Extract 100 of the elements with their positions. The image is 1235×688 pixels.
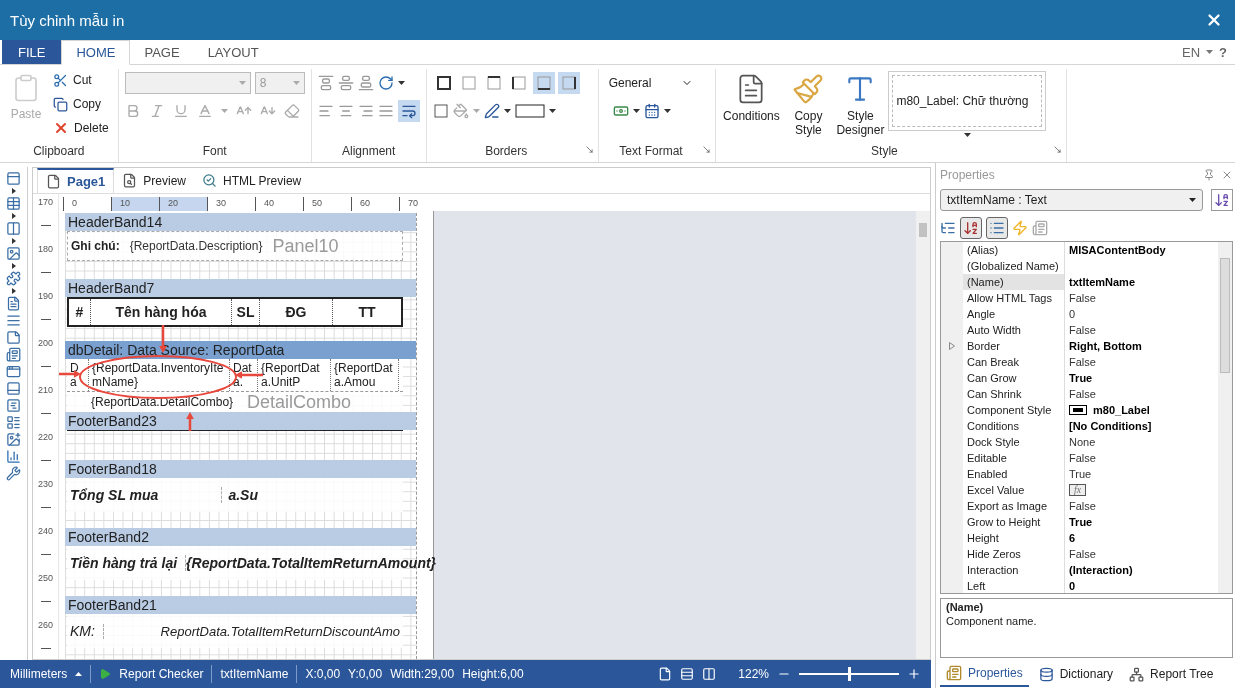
- chart-icon[interactable]: [6, 449, 21, 464]
- property-value[interactable]: True: [1069, 467, 1092, 480]
- property-value[interactable]: False: [1069, 355, 1096, 368]
- designer-tab[interactable]: Page1: [37, 168, 115, 193]
- border-button[interactable]: [532, 72, 555, 94]
- caret-icon[interactable]: [663, 109, 671, 113]
- document-icon[interactable]: [6, 296, 21, 311]
- panel-tab[interactable]: Properties: [940, 661, 1029, 687]
- property-value-cell[interactable]: MISAContentBody: [1065, 241, 1218, 259]
- align-middle-icon[interactable]: [337, 75, 354, 91]
- panel-tab[interactable]: Dictionary: [1032, 661, 1120, 687]
- file-tab[interactable]: FILE: [2, 40, 62, 64]
- caret-icon[interactable]: [397, 81, 405, 85]
- style-button[interactable]: Copy Style: [784, 69, 833, 142]
- panel-tab[interactable]: Report Tree: [1123, 661, 1220, 687]
- page-view-icon[interactable]: [658, 667, 673, 681]
- band-header[interactable]: HeaderBand14: [65, 213, 416, 231]
- expand-icon[interactable]: [949, 342, 955, 351]
- table-icon[interactable]: [6, 196, 21, 211]
- lines-icon[interactable]: [6, 313, 21, 328]
- align-right-icon[interactable]: [357, 103, 374, 119]
- align-bottom-icon[interactable]: [357, 75, 374, 91]
- format-dropdown[interactable]: General: [604, 72, 698, 94]
- band-header[interactable]: FooterBand21: [65, 596, 416, 614]
- property-value[interactable]: False: [1069, 387, 1096, 400]
- property-value[interactable]: False: [1069, 451, 1096, 464]
- align-top-icon[interactable]: [317, 75, 334, 91]
- property-value[interactable]: None: [1069, 435, 1096, 448]
- dialog-launcher-icon[interactable]: [1053, 145, 1063, 154]
- property-value[interactable]: txtItemName: [1069, 275, 1136, 288]
- note-icon[interactable]: [6, 330, 21, 345]
- property-value[interactable]: 0: [1069, 579, 1076, 592]
- expand-arrow-icon[interactable]: [11, 263, 16, 269]
- property-value[interactable]: (Interaction): [1069, 563, 1133, 576]
- band-header[interactable]: FooterBand2: [65, 528, 416, 546]
- justify-icon[interactable]: [377, 103, 394, 119]
- field-expression[interactable]: {ReportData.UnitP: [258, 359, 331, 391]
- clipboard-button[interactable]: Delete: [50, 117, 112, 139]
- vertical-scrollbar[interactable]: [916, 211, 930, 659]
- property-value[interactable]: False: [1069, 291, 1096, 304]
- zoom-in-icon[interactable]: [907, 667, 921, 681]
- tools-icon[interactable]: [6, 466, 21, 481]
- panel-icon[interactable]: [6, 381, 21, 396]
- caret-icon[interactable]: [963, 133, 971, 137]
- two-page-view-icon[interactable]: [702, 667, 717, 681]
- band-header[interactable]: HeaderBand7: [65, 279, 416, 297]
- expand-arrow-icon[interactable]: [11, 238, 16, 244]
- expand-arrow-icon[interactable]: [11, 188, 16, 194]
- caret-icon[interactable]: [1189, 197, 1196, 202]
- property-value[interactable]: True: [1069, 515, 1093, 528]
- band-icon[interactable]: [6, 171, 21, 186]
- pin-icon[interactable]: [1203, 168, 1215, 181]
- pen-icon[interactable]: [483, 103, 500, 119]
- report-checker-button[interactable]: Report Checker: [119, 667, 204, 681]
- property-value[interactable]: [No Conditions]: [1069, 419, 1152, 432]
- rotate-icon[interactable]: [377, 75, 394, 91]
- sort-button[interactable]: [1211, 188, 1233, 211]
- picture-icon[interactable]: [6, 432, 21, 447]
- caret-icon[interactable]: [503, 109, 511, 113]
- property-value[interactable]: MISAContentBody: [1069, 243, 1166, 256]
- caret-up-icon[interactable]: [75, 672, 83, 676]
- calendar-icon[interactable]: [643, 103, 660, 119]
- designer-tab[interactable]: HTML Preview: [194, 168, 310, 193]
- field-expression[interactable]: {ReportData.Amou: [331, 359, 399, 391]
- property-value[interactable]: False: [1069, 547, 1096, 560]
- band-header[interactable]: FooterBand23: [65, 412, 416, 430]
- language-selector[interactable]: EN: [1182, 44, 1201, 60]
- expand-arrow-icon[interactable]: [11, 213, 16, 219]
- property-value[interactable]: True: [1069, 371, 1093, 384]
- list-icon[interactable]: [6, 415, 21, 430]
- form-icon[interactable]: [6, 398, 21, 413]
- ribbon-tab[interactable]: PAGE: [130, 40, 194, 64]
- unit-selector[interactable]: Millimeters: [10, 667, 68, 681]
- style-button[interactable]: Style Designer: [836, 69, 885, 142]
- object-selector[interactable]: txtItemName : Text: [940, 188, 1203, 211]
- field-expression[interactable]: {ReportData.InventoryItemName}: [89, 359, 230, 391]
- slider-thumb[interactable]: [848, 667, 851, 681]
- property-value[interactable]: Right, Bottom: [1069, 339, 1142, 352]
- band-header[interactable]: FooterBand18: [65, 460, 416, 478]
- band-header[interactable]: dbDetail: Data Source: ReportData: [65, 341, 416, 359]
- caret-icon[interactable]: [548, 109, 556, 113]
- style-gallery[interactable]: m80_Label: Chữ thường: [888, 71, 1047, 131]
- property-value[interactable]: 6: [1069, 531, 1076, 544]
- align-left-icon[interactable]: [317, 103, 334, 119]
- property-value[interactable]: 0: [1069, 307, 1076, 320]
- window-icon[interactable]: [6, 364, 21, 379]
- help-button[interactable]: ?: [1219, 44, 1227, 60]
- money-icon[interactable]: [612, 103, 629, 119]
- text-icon[interactable]: [6, 347, 21, 362]
- continuous-view-icon[interactable]: [680, 667, 695, 681]
- align-center-icon[interactable]: [337, 103, 354, 119]
- puzzle-icon[interactable]: [6, 271, 21, 286]
- play-icon[interactable]: [99, 668, 112, 680]
- alphabetical-button[interactable]: [960, 216, 982, 239]
- property-value[interactable]: False: [1069, 323, 1096, 336]
- property-name[interactable]: (Alias): [963, 241, 1065, 259]
- image-icon[interactable]: [6, 246, 21, 261]
- columns-icon[interactable]: [6, 221, 21, 236]
- formula-button[interactable]: fx: [1069, 483, 1087, 496]
- style-button[interactable]: Conditions: [722, 69, 781, 142]
